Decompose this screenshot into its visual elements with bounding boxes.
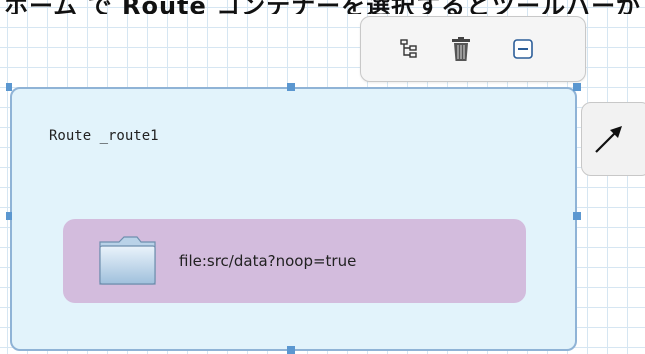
resize-handle-right[interactable] xyxy=(573,212,581,220)
tree-structure-icon xyxy=(400,39,417,58)
tree-structure-button[interactable] xyxy=(395,35,423,63)
cropped-header-text: ホーム で Route コンテナーを選択するとツールバーが xyxy=(0,0,645,14)
route-title: Route _route1 xyxy=(49,128,159,144)
delete-button[interactable] xyxy=(447,35,475,63)
collapse-minus-icon xyxy=(513,39,533,59)
endpoint-uri-label: file:src/data?noop=true xyxy=(179,252,357,270)
resize-handle-top[interactable] xyxy=(287,83,295,91)
collapse-button[interactable] xyxy=(509,35,537,63)
connector-tool-button[interactable] xyxy=(581,102,645,176)
route-toolbar xyxy=(360,16,586,82)
header-text: ホーム で Route コンテナーを選択するとツールバーが xyxy=(4,0,642,14)
resize-handle-bottom[interactable] xyxy=(287,346,295,354)
resize-handle-left[interactable] xyxy=(6,212,12,220)
folder-icon xyxy=(99,236,156,285)
resize-handle-top-right[interactable] xyxy=(573,83,581,91)
file-endpoint-node[interactable]: file:src/data?noop=true xyxy=(63,219,526,303)
connector-arrow-icon xyxy=(595,126,622,153)
resize-handle-top-left[interactable] xyxy=(6,83,12,91)
trash-icon xyxy=(452,37,470,61)
